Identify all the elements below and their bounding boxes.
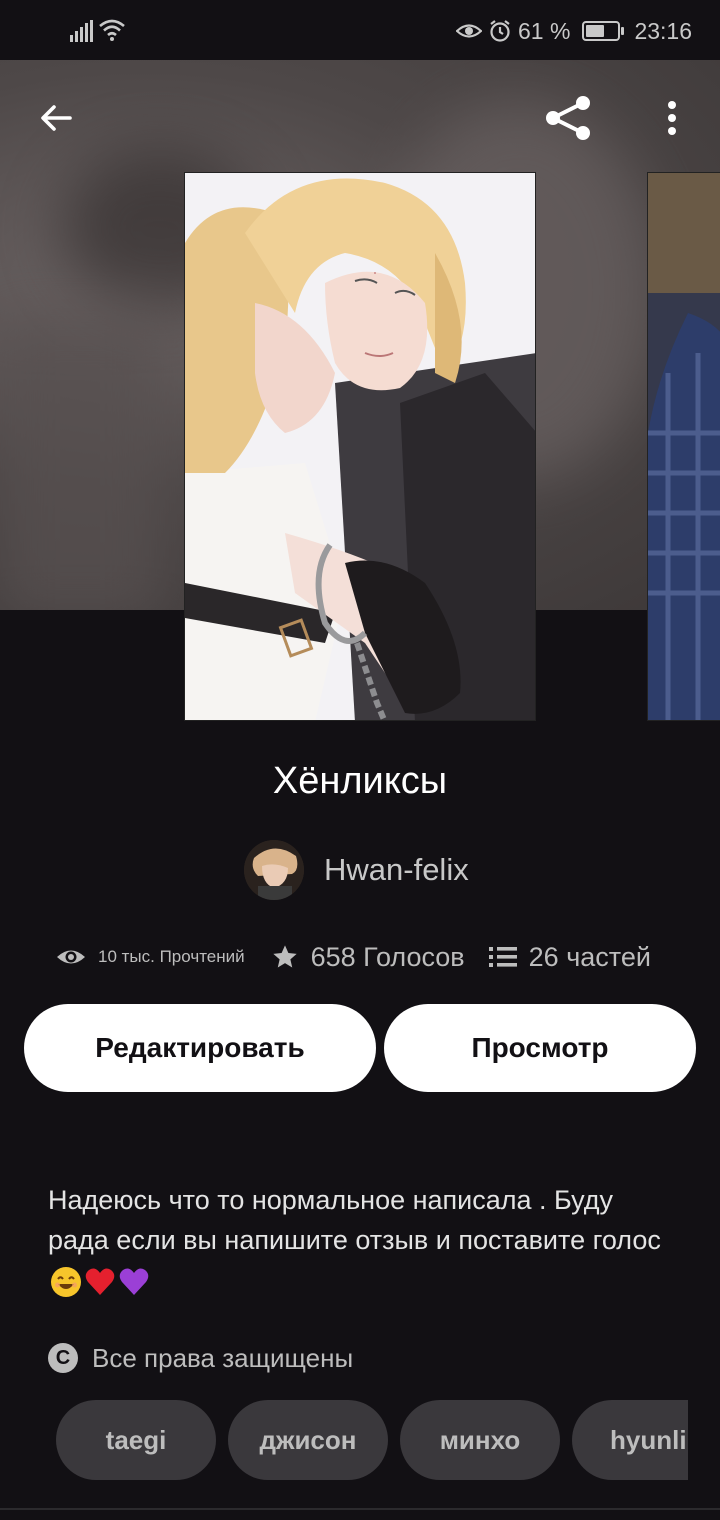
eye-icon bbox=[57, 950, 85, 964]
view-button[interactable]: Просмотр bbox=[384, 1004, 696, 1092]
wifi-icon bbox=[99, 19, 125, 41]
next-cover-illustration bbox=[648, 173, 720, 720]
battery-percent: 61 % bbox=[518, 17, 571, 44]
votes-stat: 658 Голосов bbox=[271, 942, 465, 973]
copyright-text: Все права защищены bbox=[92, 1342, 354, 1373]
votes-count: 658 Голосов bbox=[310, 941, 465, 972]
description-text: Надеюсь что то нормальное написала . Буд… bbox=[48, 1185, 661, 1255]
alarm-icon bbox=[490, 20, 510, 42]
bottom-divider bbox=[0, 1508, 720, 1510]
clock: 23:16 bbox=[634, 17, 692, 44]
battery-fill bbox=[586, 25, 605, 37]
tag-chip[interactable]: минхо bbox=[400, 1400, 560, 1480]
next-story-cover[interactable] bbox=[647, 172, 720, 721]
copyright-icon: C bbox=[48, 1343, 78, 1373]
author-row[interactable]: Hwan-felix bbox=[244, 840, 469, 900]
purple-heart-emoji bbox=[119, 1268, 149, 1295]
tag-chip[interactable]: hyunli bbox=[572, 1400, 688, 1480]
story-cover-image[interactable] bbox=[184, 172, 536, 721]
signal-icon bbox=[70, 20, 93, 42]
status-indicators: 61 % 23:16 bbox=[456, 16, 692, 46]
tag-chip[interactable]: taegi bbox=[56, 1400, 216, 1480]
share-button[interactable] bbox=[540, 90, 596, 146]
arrow-left-icon bbox=[41, 105, 72, 131]
red-heart-emoji bbox=[85, 1268, 115, 1295]
more-options-button[interactable] bbox=[650, 90, 694, 146]
status-bar: 61 % 23:16 bbox=[0, 0, 720, 60]
tag-list: taegi джисон минхо hyunli bbox=[56, 1400, 688, 1480]
reads-stat: 10 тыс. Прочтений bbox=[56, 946, 245, 968]
reads-count: 10 тыс. Прочтений bbox=[98, 947, 245, 966]
edit-button[interactable]: Редактировать bbox=[24, 1004, 376, 1092]
cover-illustration bbox=[185, 173, 535, 720]
avatar-image bbox=[244, 840, 304, 900]
author-name[interactable]: Hwan-felix bbox=[324, 852, 469, 888]
tag-chip[interactable]: джисон bbox=[228, 1400, 388, 1480]
parts-count: 26 частей bbox=[528, 941, 651, 972]
story-description: Надеюсь что то нормальное написала . Буд… bbox=[48, 1180, 668, 1300]
copyright-notice: C Все права защищены bbox=[48, 1340, 353, 1376]
story-title: Хёнликсы bbox=[272, 760, 448, 802]
back-button[interactable] bbox=[30, 92, 82, 144]
share-icon bbox=[546, 96, 590, 140]
eye-icon bbox=[456, 24, 482, 38]
more-vertical-icon bbox=[668, 101, 676, 135]
list-icon bbox=[488, 947, 517, 967]
story-stats: 10 тыс. Прочтений 658 Голосов 26 частей bbox=[56, 936, 676, 978]
author-avatar[interactable] bbox=[244, 840, 304, 900]
parts-stat: 26 частей bbox=[488, 941, 651, 973]
smiling-face-emoji bbox=[51, 1266, 81, 1297]
star-icon bbox=[272, 945, 297, 968]
battery-icon bbox=[582, 21, 625, 41]
